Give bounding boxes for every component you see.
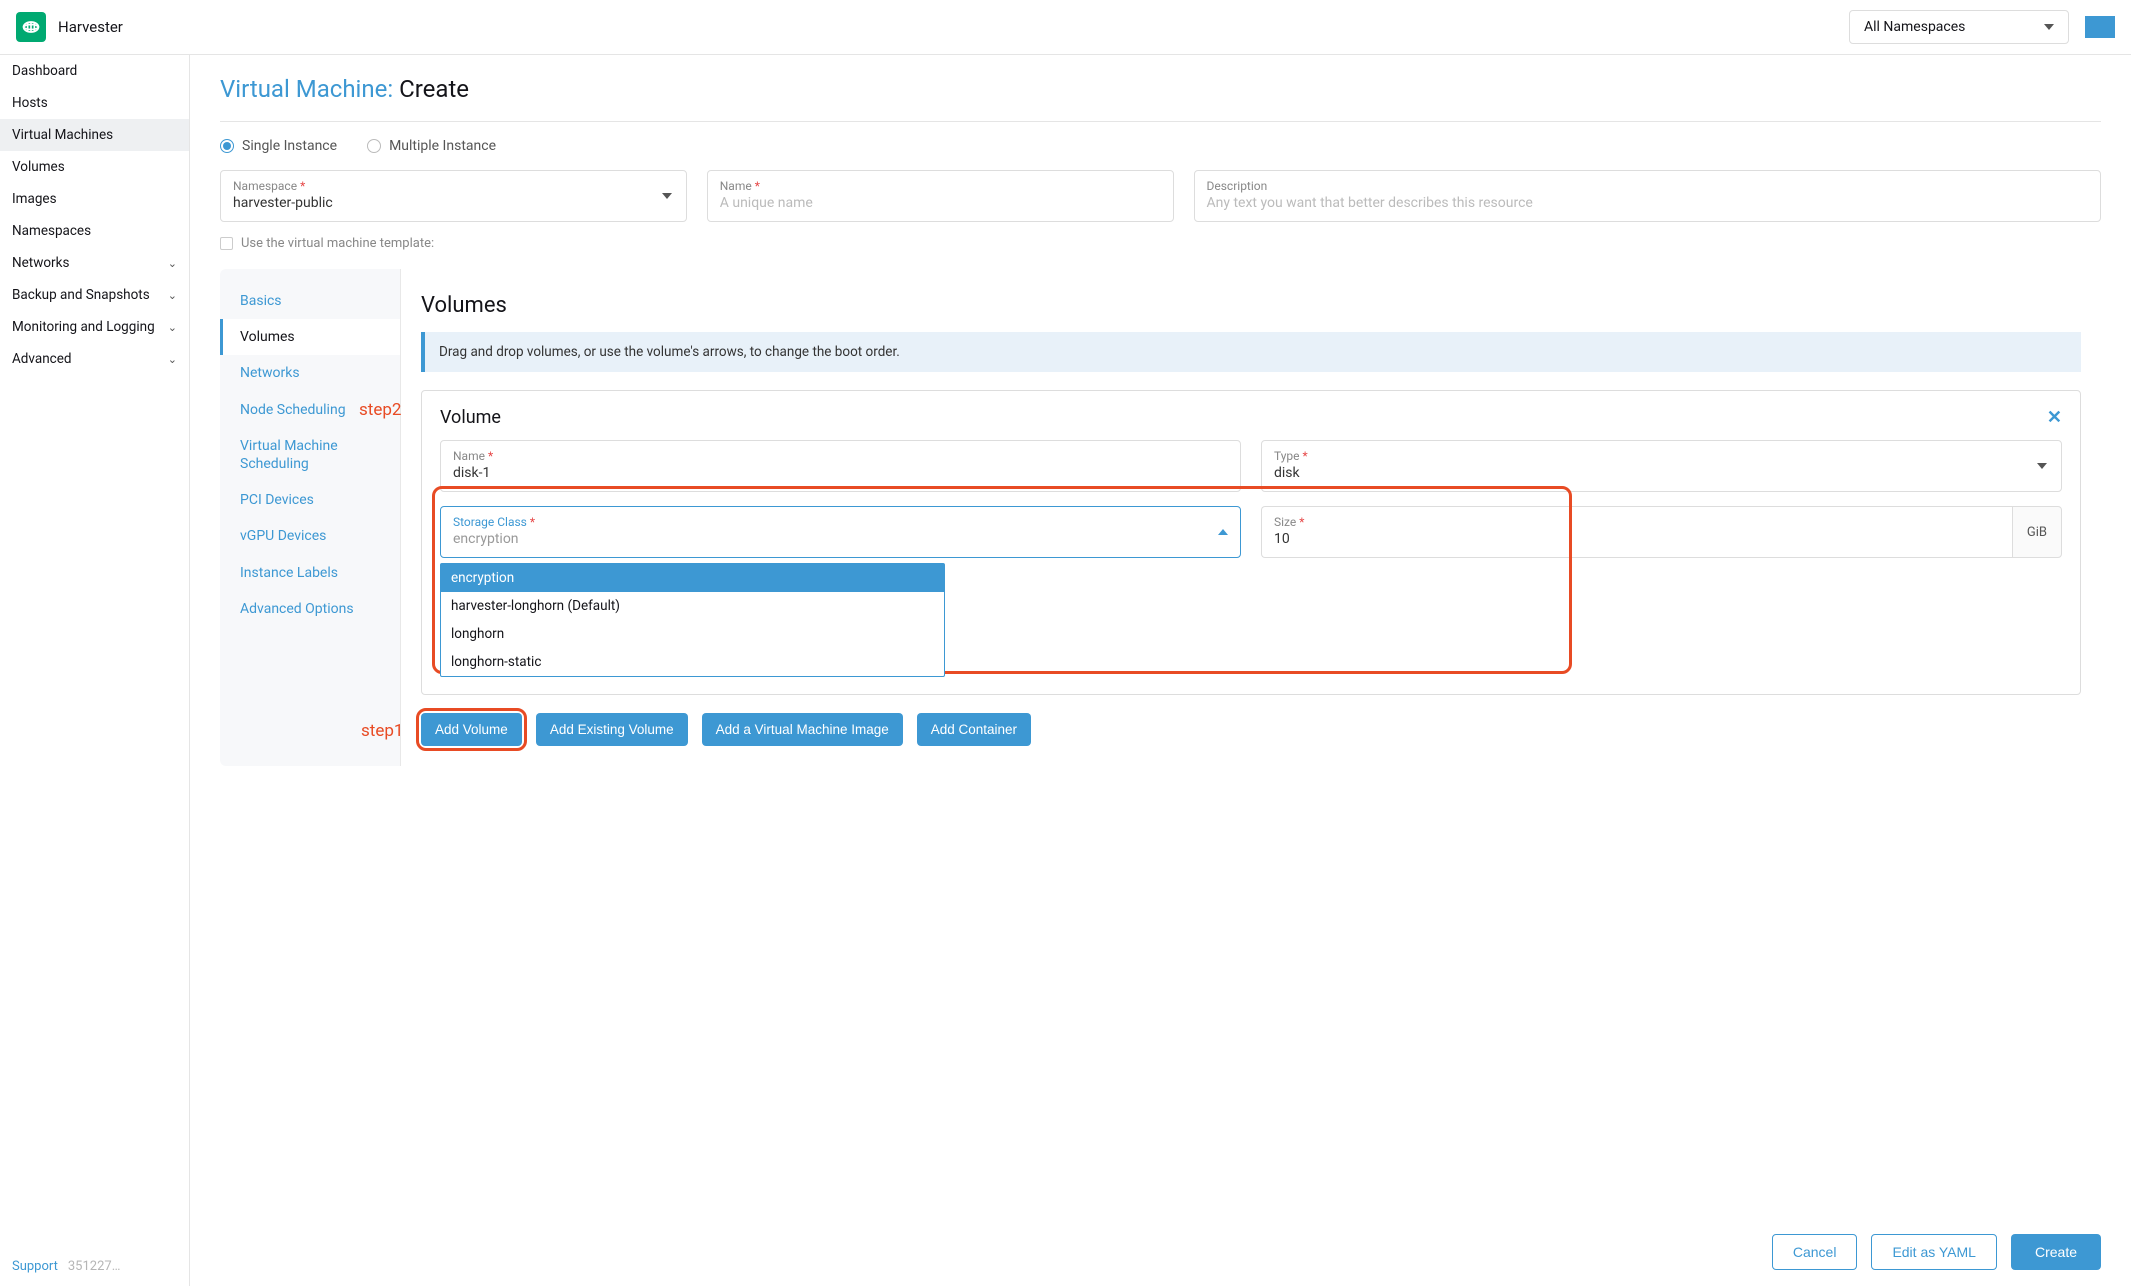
tab-volumes[interactable]: Volumes [220, 319, 401, 355]
version-text: 351227… [68, 1259, 121, 1274]
sidebar-item-images[interactable]: Images [0, 183, 189, 215]
volume-remove-icon[interactable]: ✕ [2047, 407, 2062, 428]
storage-class-field[interactable]: Storage Class * encryption [440, 506, 1241, 558]
sidebar-item-backup-and-snapshots[interactable]: Backup and Snapshots⌄ [0, 279, 189, 311]
top-header: Harvester All Namespaces [0, 0, 2131, 55]
tab-virtual-machine-scheduling[interactable]: Virtual Machine Scheduling [220, 428, 400, 482]
volume-type-field[interactable]: Type * disk [1261, 440, 2062, 492]
volumes-heading: Volumes [421, 293, 2081, 318]
sidebar: DashboardHostsVirtual MachinesVolumesIma… [0, 55, 190, 1286]
cancel-button[interactable]: Cancel [1772, 1234, 1858, 1270]
chevron-down-icon: ⌄ [168, 353, 177, 366]
volume-size-field[interactable]: Size * 10 [1261, 506, 2012, 558]
tab-basics[interactable]: Basics [220, 283, 400, 319]
brand-name: Harvester [58, 18, 123, 36]
namespace-field[interactable]: Namespace * harvester-public [220, 170, 687, 222]
tab-instance-labels[interactable]: Instance Labels [220, 555, 400, 591]
storage-class-option[interactable]: encryption [441, 564, 944, 592]
avatar[interactable] [2085, 16, 2115, 38]
volume-name-field[interactable]: Name * disk-1 [440, 440, 1241, 492]
description-field[interactable]: Description Any text you want that bette… [1194, 170, 2102, 222]
chevron-down-icon: ⌄ [168, 289, 177, 302]
sidebar-item-namespaces[interactable]: Namespaces [0, 215, 189, 247]
radio-single-instance[interactable]: Single Instance [220, 138, 337, 154]
sidebar-item-dashboard[interactable]: Dashboard [0, 55, 189, 87]
chevron-down-icon: ⌄ [168, 321, 177, 334]
storage-class-dropdown: encryptionharvester-longhorn (Default)lo… [440, 563, 945, 677]
volumes-banner: Drag and drop volumes, or use the volume… [421, 332, 2081, 372]
add-volume-button[interactable]: Add Volume [421, 713, 522, 746]
sidebar-item-networks[interactable]: Networks⌄ [0, 247, 189, 279]
sidebar-item-virtual-machines[interactable]: Virtual Machines [0, 119, 189, 151]
radio-multiple-instance[interactable]: Multiple Instance [367, 138, 496, 154]
volume-card-title: Volume [440, 407, 501, 428]
chevron-up-icon [1218, 529, 1228, 535]
add-vm-image-button[interactable]: Add a Virtual Machine Image [702, 713, 903, 746]
annotation-step2: step2 [359, 400, 401, 420]
annotation-step1: step1 [361, 721, 403, 741]
support-link[interactable]: Support [12, 1259, 58, 1274]
storage-class-option[interactable]: longhorn [441, 620, 944, 648]
create-button[interactable]: Create [2011, 1234, 2101, 1270]
main-content: Virtual Machine: Create Single Instance … [190, 55, 2131, 1286]
template-checkbox[interactable]: Use the virtual machine template: [220, 236, 2101, 251]
chevron-down-icon: ⌄ [168, 257, 177, 270]
namespace-selector[interactable]: All Namespaces [1849, 10, 2069, 44]
tab-networks[interactable]: Networks [220, 355, 400, 391]
add-container-button[interactable]: Add Container [917, 713, 1031, 746]
namespace-selector-value: All Namespaces [1864, 19, 1965, 35]
brand-logo [16, 12, 46, 42]
config-tabs: BasicsVolumesNetworksNode SchedulingVirt… [220, 269, 400, 766]
sidebar-item-advanced[interactable]: Advanced⌄ [0, 343, 189, 375]
volume-card: Volume ✕ Name * disk-1 Type * disk [421, 390, 2081, 695]
sidebar-item-hosts[interactable]: Hosts [0, 87, 189, 119]
tab-body-volumes: Volumes Drag and drop volumes, or use th… [400, 269, 2101, 766]
add-existing-volume-button[interactable]: Add Existing Volume [536, 713, 688, 746]
sidebar-item-monitoring-and-logging[interactable]: Monitoring and Logging⌄ [0, 311, 189, 343]
name-field[interactable]: Name * A unique name [707, 170, 1174, 222]
storage-class-option[interactable]: longhorn-static [441, 648, 944, 676]
tab-vgpu-devices[interactable]: vGPU Devices [220, 518, 400, 554]
page-title: Virtual Machine: Create [220, 75, 2101, 103]
sidebar-item-volumes[interactable]: Volumes [0, 151, 189, 183]
size-suffix: GiB [2012, 506, 2062, 558]
edit-yaml-button[interactable]: Edit as YAML [1871, 1234, 1997, 1270]
storage-class-option[interactable]: harvester-longhorn (Default) [441, 592, 944, 620]
footer-actions: Cancel Edit as YAML Create [190, 1217, 2131, 1286]
tab-advanced-options[interactable]: Advanced Options [220, 591, 400, 627]
tab-pci-devices[interactable]: PCI Devices [220, 482, 400, 518]
